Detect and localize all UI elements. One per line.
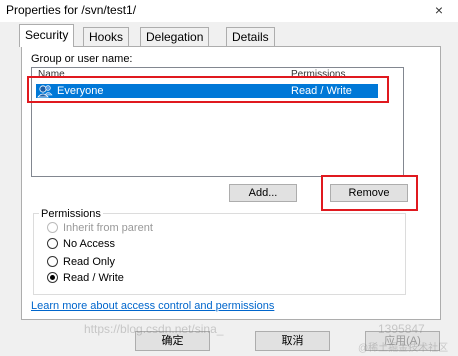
radio-read-only-label: Read Only: [63, 256, 115, 268]
cancel-button[interactable]: 取消: [255, 331, 330, 351]
radio-inherit[interactable]: [47, 222, 58, 233]
add-button[interactable]: Add...: [229, 184, 297, 202]
window-title: Properties for /svn/test1/: [6, 3, 137, 17]
radio-read-write-label: Read / Write: [63, 272, 124, 284]
group-or-user-label: Group or user name:: [31, 53, 133, 65]
watermark-brand: @稀土掘金技术社区: [358, 343, 449, 354]
radio-read-write[interactable]: [47, 272, 58, 283]
radio-inherit-label: Inherit from parent: [63, 222, 153, 234]
access-control-help-link[interactable]: Learn more about access control and perm…: [31, 300, 274, 312]
tab-details[interactable]: Details: [226, 27, 275, 46]
tab-security[interactable]: Security: [19, 24, 75, 47]
tab-hooks[interactable]: Hooks: [83, 27, 130, 46]
annotation-highlight-everyone: [27, 76, 389, 103]
annotation-highlight-remove: [321, 175, 418, 211]
watermark-url: https://blog.csdn.net/sina_: [84, 322, 224, 336]
tab-delegation[interactable]: Delegation: [140, 27, 210, 46]
permissions-group-title: Permissions: [39, 208, 103, 220]
close-icon[interactable]: ×: [428, 1, 450, 19]
radio-read-only[interactable]: [47, 256, 58, 267]
watermark-tail: 1395847: [378, 322, 425, 336]
radio-no-access-label: No Access: [63, 238, 115, 250]
radio-no-access[interactable]: [47, 238, 58, 249]
